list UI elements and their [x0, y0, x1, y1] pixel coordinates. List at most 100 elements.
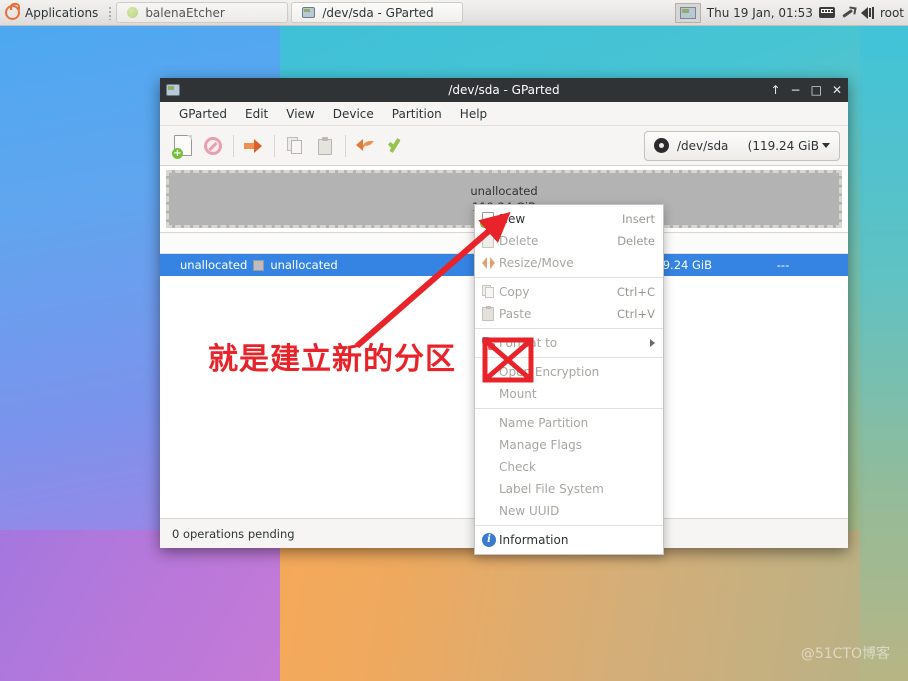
shade-button[interactable]: ↑ [770, 84, 780, 96]
firefox-logo-icon [5, 3, 20, 20]
taskbar-item-label: balenaEtcher [145, 5, 225, 20]
window-controls: ↑ − □ ✕ [770, 84, 842, 96]
partition-context-menu: New Insert Delete Delete Resize/Move Cop… [474, 204, 664, 555]
format-icon [482, 336, 499, 350]
context-menu-label: Mount [499, 387, 537, 401]
resize-move-icon [244, 138, 264, 153]
keyboard-icon[interactable] [818, 7, 835, 18]
resize-move-button[interactable] [239, 131, 269, 161]
menu-help[interactable]: Help [451, 103, 496, 125]
context-menu-item-manage-flags[interactable]: Manage Flags [475, 434, 663, 456]
context-menu-label: New [499, 212, 526, 226]
context-menu-separator [475, 357, 663, 358]
context-menu-label: Information [499, 533, 569, 547]
device-size-text: (119.24 GiB [747, 138, 819, 153]
new-partition-button[interactable] [168, 131, 198, 161]
context-menu-separator [475, 525, 663, 526]
cell-used: --- [776, 258, 790, 272]
chevron-down-icon[interactable] [822, 143, 830, 148]
volume-wave-small [868, 8, 871, 17]
undo-button[interactable] [351, 131, 381, 161]
device-size: (119.24 GiB [748, 139, 830, 153]
etcher-icon [127, 7, 139, 18]
context-menu-label: Resize/Move [499, 256, 574, 270]
window-title: /dev/sda - GParted [448, 83, 560, 97]
wallpaper-right-edge [860, 0, 908, 681]
info-icon: i [482, 533, 499, 547]
menu-partition[interactable]: Partition [383, 103, 451, 125]
top-panel: Applications balenaEtcher /dev/sda - GPa… [0, 0, 908, 26]
context-menu-item-mount[interactable]: Mount [475, 383, 663, 405]
workspace-thumbnail [679, 6, 696, 19]
network-plug-icon[interactable] [841, 6, 855, 20]
context-menu-item-paste[interactable]: Paste Ctrl+V [475, 303, 663, 325]
device-selector[interactable]: /dev/sda (119.24 GiB [644, 130, 840, 161]
toolbar-separator [345, 134, 346, 157]
context-menu-accel: Insert [622, 212, 655, 226]
context-menu-label: Check [499, 460, 536, 474]
gparted-icon [302, 7, 316, 18]
context-menu-item-information[interactable]: i Information [475, 529, 663, 551]
menubar: GParted Edit View Device Partition Help [160, 102, 848, 126]
copy-icon [482, 285, 499, 299]
context-menu-item-copy[interactable]: Copy Ctrl+C [475, 281, 663, 303]
chevron-right-icon [650, 339, 655, 347]
disk-icon [654, 138, 669, 153]
context-menu-item-new-uuid[interactable]: New UUID [475, 500, 663, 522]
menu-device[interactable]: Device [324, 103, 383, 125]
clock[interactable]: Thu 19 Jan, 01:53 [707, 6, 813, 20]
filesystem-color-swatch [253, 259, 265, 271]
taskbar-item-label: /dev/sda - GParted [322, 5, 434, 20]
context-menu-item-new[interactable]: New Insert [475, 208, 663, 230]
menu-edit[interactable]: Edit [236, 103, 277, 125]
context-menu-label: Open Encryption [499, 365, 600, 379]
context-menu-item-delete[interactable]: Delete Delete [475, 230, 663, 252]
new-document-icon [480, 212, 499, 228]
paste-icon [317, 136, 334, 155]
context-menu-item-label-file-system[interactable]: Label File System [475, 478, 663, 500]
menu-view[interactable]: View [277, 103, 323, 125]
volume-icon[interactable] [860, 6, 874, 19]
toolbar: /dev/sda (119.24 GiB [160, 126, 848, 166]
user-menu-label[interactable]: root [880, 6, 904, 20]
context-menu-label: Label File System [499, 482, 604, 496]
panel-drag-handle[interactable] [108, 5, 114, 20]
window-titlebar[interactable]: /dev/sda - GParted ↑ − □ ✕ [160, 78, 848, 102]
taskbar-item-balenaetcher[interactable]: balenaEtcher [116, 2, 289, 23]
context-menu-label: New UUID [499, 504, 560, 518]
context-menu-label: Manage Flags [499, 438, 582, 452]
resize-move-icon [482, 257, 499, 269]
maximize-button[interactable]: □ [811, 84, 822, 96]
new-document-icon [172, 135, 192, 159]
minimize-button[interactable]: − [791, 84, 801, 96]
toolbar-separator [233, 134, 234, 157]
apply-checkmark-icon [386, 137, 406, 155]
delete-forbidden-icon [204, 136, 222, 155]
context-menu-label: Format to [499, 336, 558, 350]
workspace-switcher-icon[interactable] [674, 2, 701, 23]
close-button[interactable]: ✕ [832, 84, 842, 96]
volume-speaker-shape [860, 6, 868, 19]
cell-partition-text: unallocated [180, 258, 248, 272]
context-menu-item-open-encryption[interactable]: Open Encryption [475, 361, 663, 383]
context-menu-item-format-to[interactable]: Format to [475, 332, 663, 354]
context-menu-separator [475, 277, 663, 278]
apply-button[interactable] [381, 131, 411, 161]
device-name: /dev/sda [677, 138, 729, 153]
context-menu-accel: Ctrl+V [617, 307, 655, 321]
applications-menu-button[interactable]: Applications [0, 0, 104, 25]
toolbar-separator [274, 134, 275, 157]
context-menu-item-name-partition[interactable]: Name Partition [475, 412, 663, 434]
paste-button[interactable] [310, 131, 340, 161]
volume-wave-large [871, 6, 874, 19]
context-menu-item-resize-move[interactable]: Resize/Move [475, 252, 663, 274]
copy-button[interactable] [280, 131, 310, 161]
paste-icon [482, 306, 499, 321]
taskbar-item-gparted[interactable]: /dev/sda - GParted [291, 2, 464, 23]
context-menu-item-check[interactable]: Check [475, 456, 663, 478]
delete-document-icon [482, 234, 499, 248]
context-menu-accel: Ctrl+C [616, 285, 655, 299]
delete-partition-button[interactable] [198, 131, 228, 161]
watermark: @51CTO博客 [800, 646, 890, 662]
menu-gparted[interactable]: GParted [170, 103, 236, 125]
